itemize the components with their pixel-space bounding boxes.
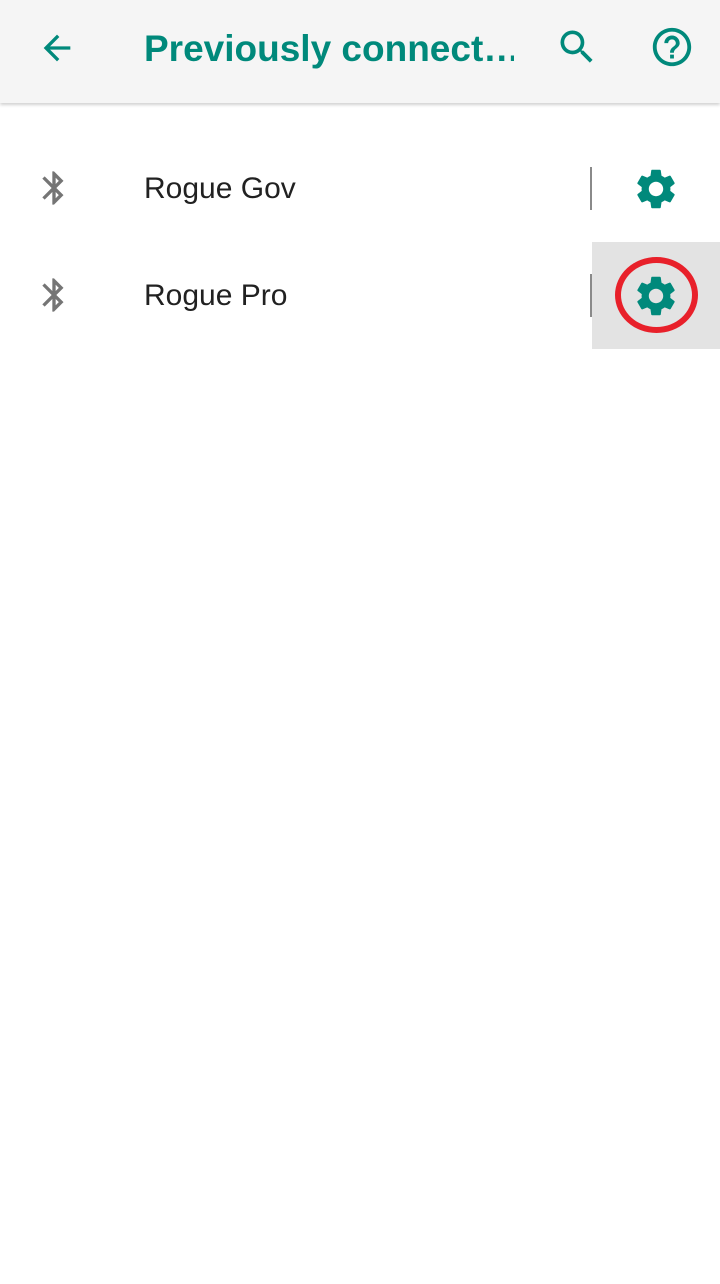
help-button[interactable]	[643, 18, 701, 76]
device-row-rogue-gov[interactable]: Rogue Gov	[0, 135, 720, 242]
device-name: Rogue Pro	[144, 279, 288, 312]
device-settings-button[interactable]	[592, 135, 720, 242]
bluetooth-icon	[42, 171, 64, 205]
gear-icon	[637, 169, 675, 208]
search-button[interactable]	[548, 18, 606, 76]
search-icon	[560, 30, 593, 63]
page-title: Previously connect…	[144, 28, 514, 69]
device-name: Rogue Gov	[144, 172, 296, 205]
bluetooth-icon	[42, 278, 64, 312]
back-button[interactable]	[25, 20, 89, 76]
device-list: Rogue Gov Rogue Pro	[0, 135, 720, 349]
device-settings-button[interactable]	[592, 242, 720, 349]
arrow-back-icon	[43, 34, 71, 62]
gear-icon	[637, 276, 675, 315]
help-circle-icon	[652, 27, 692, 67]
device-row-rogue-pro[interactable]: Rogue Pro	[0, 242, 720, 349]
app-bar: Previously connect…	[0, 0, 720, 103]
